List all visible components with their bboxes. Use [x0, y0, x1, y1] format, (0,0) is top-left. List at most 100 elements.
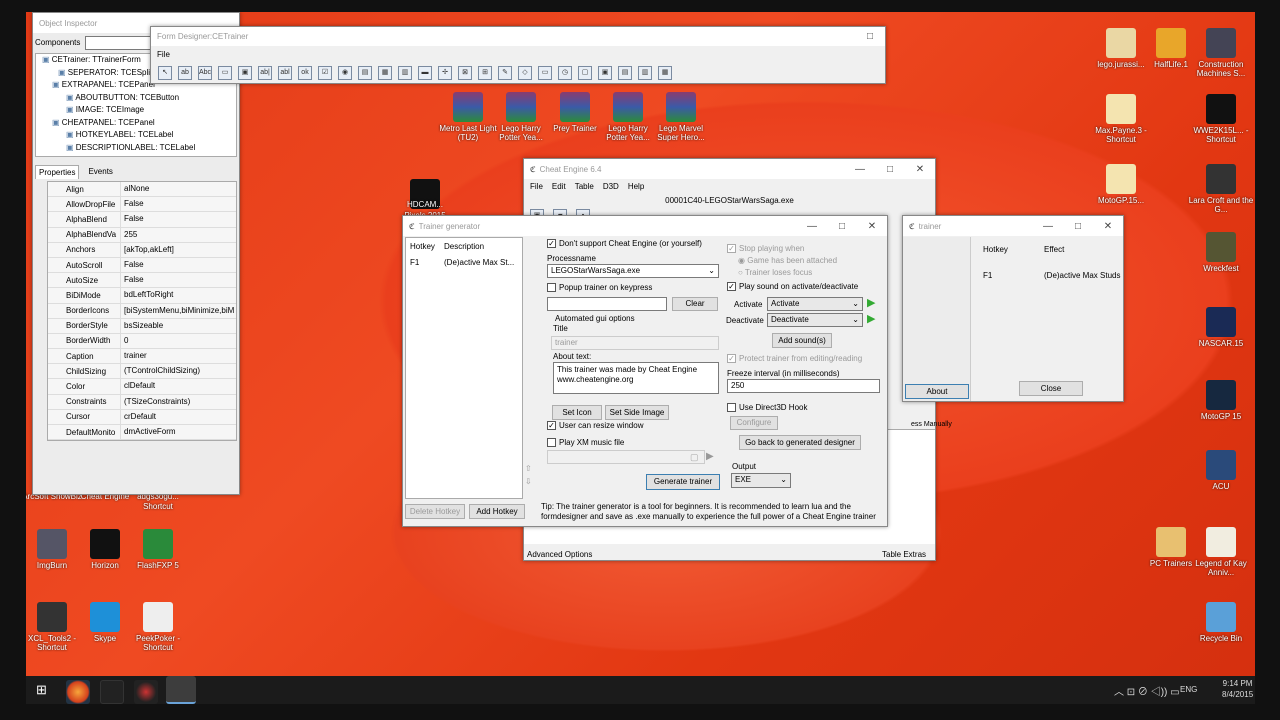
property-value[interactable]: alNone — [120, 182, 236, 197]
property-value[interactable]: 0 — [120, 333, 236, 349]
property-value[interactable]: False — [120, 197, 236, 212]
xm-file-input[interactable] — [547, 450, 705, 464]
property-value[interactable]: [biSystemMenu,biMinimize,biM — [120, 303, 236, 318]
component-tool-icon[interactable]: ▤ — [358, 66, 372, 80]
tray-icons[interactable]: ︿ ⊡ ⊘ ◁)) ▭ — [1114, 683, 1180, 698]
resize-checkbox[interactable]: ✓ — [547, 421, 556, 431]
description-column-header[interactable]: Description — [444, 242, 484, 251]
property-value[interactable]: bsSizeable — [120, 318, 236, 333]
property-row[interactable]: AlphaBlend False — [48, 212, 236, 228]
property-row[interactable]: AutoSize False — [48, 273, 236, 289]
advanced-options[interactable]: Advanced Options — [527, 550, 592, 559]
play-sound-checkbox[interactable]: ✓ — [727, 282, 736, 292]
protect-checkbox[interactable]: ✓ — [727, 354, 736, 364]
hotkey-row-desc[interactable]: (De)active Max St... — [444, 258, 514, 267]
clock[interactable]: 9:14 PM 8/4/2015 — [1222, 678, 1253, 700]
deactivate-select[interactable]: Deactivate ⌄ — [767, 313, 863, 327]
component-tool-icon[interactable]: ▦ — [378, 66, 392, 80]
hotkey-list[interactable]: Hotkey Description F1 (De)active Max St.… — [405, 237, 523, 499]
popup-key-input[interactable] — [547, 297, 667, 311]
menu-table[interactable]: Table — [575, 182, 594, 191]
desktop-icon-nascar15[interactable]: NASCAR.15 — [1186, 307, 1255, 348]
property-row[interactable]: ChildSizing (TControlChildSizing) — [48, 364, 236, 380]
component-tool-icon[interactable]: ▭ — [218, 66, 232, 80]
component-tool-icon[interactable]: ↖ — [158, 66, 172, 80]
tree-node[interactable]: ▣ CHEATPANEL: TCEPanel — [36, 117, 236, 130]
close-button[interactable]: Close — [1019, 381, 1083, 396]
add-hotkey-button[interactable]: Add Hotkey — [469, 504, 525, 519]
generate-trainer-button[interactable]: Generate trainer — [646, 474, 720, 490]
component-tool-icon[interactable]: ▢ — [578, 66, 592, 80]
desktop-icon-left[interactable]: FlashFXP 5 — [123, 529, 193, 570]
set-side-image-button[interactable]: Set Side Image — [605, 405, 669, 420]
desktop-icon-top[interactable]: Lego Marvel Super Hero... — [651, 92, 711, 142]
component-tool-icon[interactable]: ◇ — [518, 66, 532, 80]
minimize-icon[interactable]: — — [845, 164, 875, 175]
file-menu[interactable]: File — [151, 46, 885, 59]
property-row[interactable]: AlphaBlendVa 255 — [48, 227, 236, 243]
property-row[interactable]: Caption trainer — [48, 349, 236, 365]
d3d-checkbox[interactable] — [727, 403, 736, 413]
cheat-engine-taskbar-icon[interactable] — [166, 676, 196, 704]
menu-edit[interactable]: Edit — [552, 182, 566, 191]
menu-help[interactable]: Help — [628, 182, 644, 191]
property-row[interactable]: BorderWidth 0 — [48, 333, 236, 350]
desktop-icon-wwe[interactable]: WWE2K15L... - Shortcut — [1186, 94, 1255, 144]
desktop-icon-left[interactable]: Shortcut — [123, 502, 193, 511]
delete-hotkey-button[interactable]: Delete Hotkey — [405, 504, 465, 519]
folder-icon[interactable]: ▢ — [690, 452, 699, 463]
component-tool-icon[interactable]: ok — [298, 66, 312, 80]
component-tool-icon[interactable]: ▥ — [398, 66, 412, 80]
table-extras[interactable]: Table Extras — [882, 550, 926, 559]
desktop-icon-acu[interactable]: ACU — [1186, 450, 1255, 491]
play-icon[interactable]: ▶ — [867, 312, 875, 325]
desktop-icon-top[interactable]: Metro Last Light (TU2) — [438, 92, 498, 142]
radio-icon[interactable]: ◉ — [738, 256, 745, 265]
property-value[interactable]: dmActiveForm — [120, 425, 236, 440]
component-tool-icon[interactable]: ⊠ — [458, 66, 472, 80]
desktop-icon-max-payne[interactable]: Max.Payne.3 - Shortcut — [1086, 94, 1156, 144]
close-icon[interactable]: ✕ — [1093, 221, 1123, 232]
property-value[interactable]: (TSizeConstraints) — [120, 394, 236, 409]
desktop-icon-recycle-bin[interactable]: Recycle Bin — [1186, 602, 1255, 643]
maximize-icon[interactable]: □ — [875, 164, 905, 175]
minimize-icon[interactable]: — — [797, 221, 827, 232]
desktop-icon-top[interactable]: Lego Harry Potter Yea... — [491, 92, 551, 142]
move-up-icon[interactable]: ⇧ — [525, 464, 532, 473]
go-back-designer-button[interactable]: Go back to generated designer — [739, 435, 861, 450]
desktop-icon-construction-machines[interactable]: Construction Machines S... — [1186, 28, 1255, 78]
property-value[interactable]: False — [120, 257, 236, 273]
language-indicator[interactable]: ENG — [1180, 685, 1197, 694]
property-row[interactable]: Align alNone — [48, 182, 236, 198]
property-value[interactable]: clDefault — [120, 379, 236, 394]
menu-d3d[interactable]: D3D — [603, 182, 619, 191]
stop-playing-checkbox[interactable]: ✓ — [727, 244, 736, 254]
component-tool-icon[interactable]: ▤ — [618, 66, 632, 80]
property-row[interactable]: Cursor crDefault — [48, 409, 236, 425]
xm-checkbox[interactable] — [547, 438, 556, 448]
property-value[interactable]: 255 — [120, 227, 236, 242]
property-row[interactable]: Anchors [akTop,akLeft] — [48, 242, 236, 258]
tab-events[interactable]: Events — [85, 165, 115, 179]
popup-checkbox[interactable] — [547, 283, 556, 293]
property-value[interactable]: bdLeftToRight — [120, 288, 236, 303]
tree-node[interactable]: ▣ IMAGE: TCEImage — [36, 104, 236, 117]
component-tool-icon[interactable]: ⊞ — [478, 66, 492, 80]
processname-select[interactable]: LEGOStarWarsSaga.exe ⌄ — [547, 264, 719, 278]
desktop-icon-motogp-15b[interactable]: MotoGP 15 — [1186, 380, 1255, 421]
property-row[interactable]: Color clDefault — [48, 379, 236, 395]
desktop-icon-wreckfest[interactable]: Wreckfest — [1186, 232, 1255, 273]
firefox-icon[interactable] — [66, 680, 90, 704]
radio-icon[interactable]: ○ — [738, 268, 743, 277]
about-button[interactable]: About — [905, 384, 969, 399]
component-tool-icon[interactable]: ▣ — [598, 66, 612, 80]
property-row[interactable]: BorderStyle bsSizeable — [48, 318, 236, 334]
close-icon[interactable]: ✕ — [905, 164, 935, 175]
play-icon[interactable]: ▶ — [706, 451, 714, 462]
app-icon[interactable] — [134, 680, 158, 704]
property-value[interactable]: [akTop,akLeft] — [120, 242, 236, 257]
property-row[interactable]: BiDiMode bdLeftToRight — [48, 288, 236, 304]
desktop-icon-top[interactable]: Lego Harry Potter Yea... — [598, 92, 658, 142]
component-tool-icon[interactable]: ▥ — [638, 66, 652, 80]
activate-select[interactable]: Activate ⌄ — [767, 297, 863, 311]
